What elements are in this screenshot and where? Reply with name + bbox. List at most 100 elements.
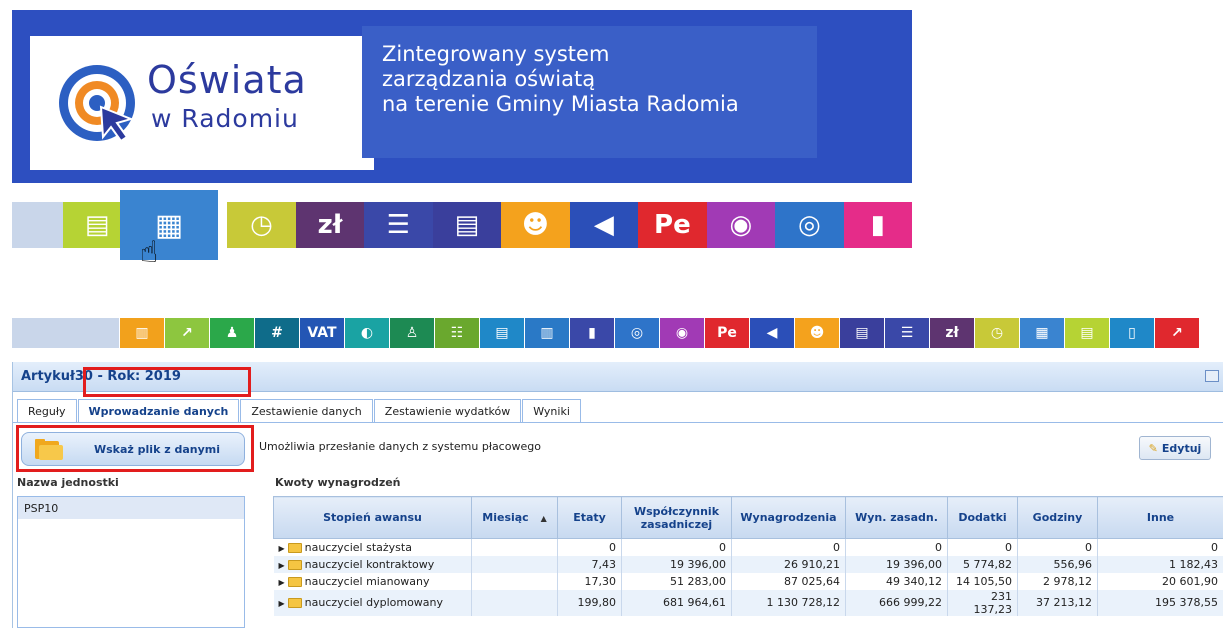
grid-cell: 0 <box>845 538 948 556</box>
logo-panel[interactable]: Oświata w Radomiu <box>30 36 374 170</box>
zloty-icon[interactable]: zł <box>295 202 365 248</box>
document-icon[interactable]: ▤ <box>840 318 885 348</box>
highlight-frame <box>83 367 251 397</box>
col-header-hours[interactable]: Godziny <box>1017 496 1098 539</box>
books-icon[interactable]: ▤ <box>480 318 525 348</box>
e-document-icon[interactable]: Pe <box>705 318 750 348</box>
grid-cell: 666 999,22 <box>845 589 948 616</box>
table-row[interactable]: ▶ nauczyciel stażysta 0 0 0 0 0 0 0 <box>273 538 1223 556</box>
database-chart-icon[interactable]: ▤ <box>1065 318 1110 348</box>
logo-subtitle: w Radomiu <box>151 104 299 133</box>
grid-cell: 20 601,90 <box>1097 572 1223 590</box>
unit-item[interactable]: PSP10 <box>18 497 244 519</box>
time-money-icon[interactable]: ◷ <box>227 202 296 248</box>
rank-cell: ▶ nauczyciel stażysta <box>273 538 472 556</box>
col-header-bonuses[interactable]: Dodatki <box>947 496 1018 539</box>
growth-icon[interactable]: ↗ <box>1155 318 1200 348</box>
tab-rules[interactable]: Reguły <box>17 399 77 423</box>
tagline-line: Zintegrowany system <box>382 42 610 66</box>
grid-cell: 7,43 <box>557 555 622 573</box>
folder-icon <box>287 542 302 553</box>
article30-panel: Artykuł30 - Rok: 2019 Reguły Wprowadzani… <box>12 362 1223 628</box>
grid-cell <box>471 589 558 616</box>
module-bar-spacer <box>12 202 63 248</box>
grid-cell: 49 340,12 <box>845 572 948 590</box>
rank-label: nauczyciel mianowany <box>304 574 430 588</box>
expand-arrow-icon[interactable]: ▶ <box>279 599 285 608</box>
maximize-icon[interactable] <box>1205 370 1219 382</box>
people-icon[interactable]: ☻ <box>501 202 570 248</box>
bear-icon[interactable]: ◉ <box>660 318 705 348</box>
col-header-rank[interactable]: Stopień awansu <box>273 496 472 539</box>
tab-results[interactable]: Wyniki <box>522 399 581 423</box>
col-header-base-pay[interactable]: Wyn. zasadn. <box>845 496 948 539</box>
stairs-icon[interactable]: ☰ <box>885 318 930 348</box>
grid-cell: 556,96 <box>1017 555 1098 573</box>
zloty-icon[interactable]: zł <box>930 318 975 348</box>
grid-cell: 1 130 728,12 <box>731 589 846 616</box>
book-icon[interactable]: ▮ <box>843 202 913 248</box>
grid-cell: 87 025,64 <box>731 572 846 590</box>
bear-icon[interactable]: ◉ <box>706 202 776 248</box>
table-row[interactable]: ▶ nauczyciel dyplomowany 199,80 681 964,61 1… <box>273 589 1223 616</box>
rank-cell: ▶ nauczyciel dyplomowany <box>273 589 472 616</box>
target-icon[interactable]: ◎ <box>775 202 844 248</box>
grid-cell: 0 <box>1017 538 1098 556</box>
tab-strip: Reguły Wprowadzanie danych Zestawienie d… <box>17 399 582 423</box>
list-check-icon[interactable]: ☷ <box>435 318 480 348</box>
user-list-icon[interactable]: ♙ <box>390 318 435 348</box>
open-book-icon[interactable]: ▥ <box>525 318 570 348</box>
stairs-icon[interactable]: ☰ <box>364 202 433 248</box>
sort-asc-icon: ▲ <box>540 514 547 523</box>
grid-cell: 0 <box>947 538 1018 556</box>
grid-cell: 17,30 <box>557 572 622 590</box>
people-icon[interactable]: ☻ <box>795 318 840 348</box>
module-bar-small: ▥ ↗ ♟ # VAT ◐ ♙ ☷ ▤ ▥ ▮ ◎ ◉ Pe ◀ ☻ ▤ ☰ zł ◷ ▦ ▤ ▯ ↗ <box>12 318 1223 348</box>
target-icon[interactable]: ◎ <box>615 318 660 348</box>
rank-label: nauczyciel kontraktowy <box>304 557 435 571</box>
grid-cell: 1 182,43 <box>1097 555 1223 573</box>
grid-cell: 19 396,00 <box>621 555 732 573</box>
chart-icon[interactable]: ▥ <box>120 318 165 348</box>
col-header-other[interactable]: Inne <box>1097 496 1223 539</box>
col-header-coefficient[interactable]: Współczynnik zasadniczej <box>621 496 732 539</box>
time-money-icon[interactable]: ◷ <box>975 318 1020 348</box>
numbers-icon[interactable]: # <box>255 318 300 348</box>
cycle-icon[interactable]: ◐ <box>345 318 390 348</box>
col-header-month[interactable]: Miesiąc ▲ <box>471 496 558 539</box>
rank-label: nauczyciel stażysta <box>304 540 412 554</box>
col-header-salaries[interactable]: Wynagrodzenia <box>731 496 846 539</box>
money-icon[interactable]: ▦ <box>1020 318 1065 348</box>
expand-arrow-icon[interactable]: ▶ <box>279 544 285 553</box>
tab-data-summary[interactable]: Zestawienie danych <box>240 399 373 423</box>
module-bar-spacer <box>12 318 120 348</box>
document-icon[interactable]: ▤ <box>432 202 502 248</box>
hand-cursor-icon: ☝ <box>140 235 159 270</box>
megaphone-icon[interactable]: ◀ <box>569 202 639 248</box>
tab-expense-summary[interactable]: Zestawienie wydatków <box>373 399 522 423</box>
expand-arrow-icon[interactable]: ▶ <box>279 578 285 587</box>
grid-cell <box>471 572 558 590</box>
table-row[interactable]: ▶ nauczyciel kontraktowy 7,43 19 396,00 26 9… <box>273 555 1223 573</box>
col-header-fte[interactable]: Etaty <box>557 496 622 539</box>
edit-label: Edytuj <box>1161 441 1202 455</box>
tab-data-entry[interactable]: Wprowadzanie danych <box>77 399 240 423</box>
table-row[interactable]: ▶ nauczyciel mianowany 17,30 51 283,00 87 02… <box>273 572 1223 590</box>
grid-cell: 19 396,00 <box>845 555 948 573</box>
salary-grid: Stopień awansu Miesiąc ▲ Etaty Współczyn… <box>273 496 1223 616</box>
edit-button[interactable]: ✎ Edytuj <box>1139 436 1211 460</box>
coins-icon[interactable]: ▯ <box>1110 318 1155 348</box>
book-icon[interactable]: ▮ <box>570 318 615 348</box>
folder-icon <box>287 559 302 570</box>
grid-cell <box>471 555 558 573</box>
growth-chart-icon[interactable]: ↗ <box>165 318 210 348</box>
megaphone-icon[interactable]: ◀ <box>750 318 795 348</box>
expand-arrow-icon[interactable]: ▶ <box>279 561 285 570</box>
vat-icon[interactable]: VAT <box>300 318 345 348</box>
person-desk-icon[interactable]: ♟ <box>210 318 255 348</box>
grid-cell <box>471 538 558 556</box>
e-document-icon[interactable]: Pe <box>638 202 707 248</box>
units-title: Nazwa jednostki <box>17 476 119 489</box>
grid-cell: 199,80 <box>557 589 622 616</box>
money-icon[interactable]: ▦ <box>120 190 218 260</box>
